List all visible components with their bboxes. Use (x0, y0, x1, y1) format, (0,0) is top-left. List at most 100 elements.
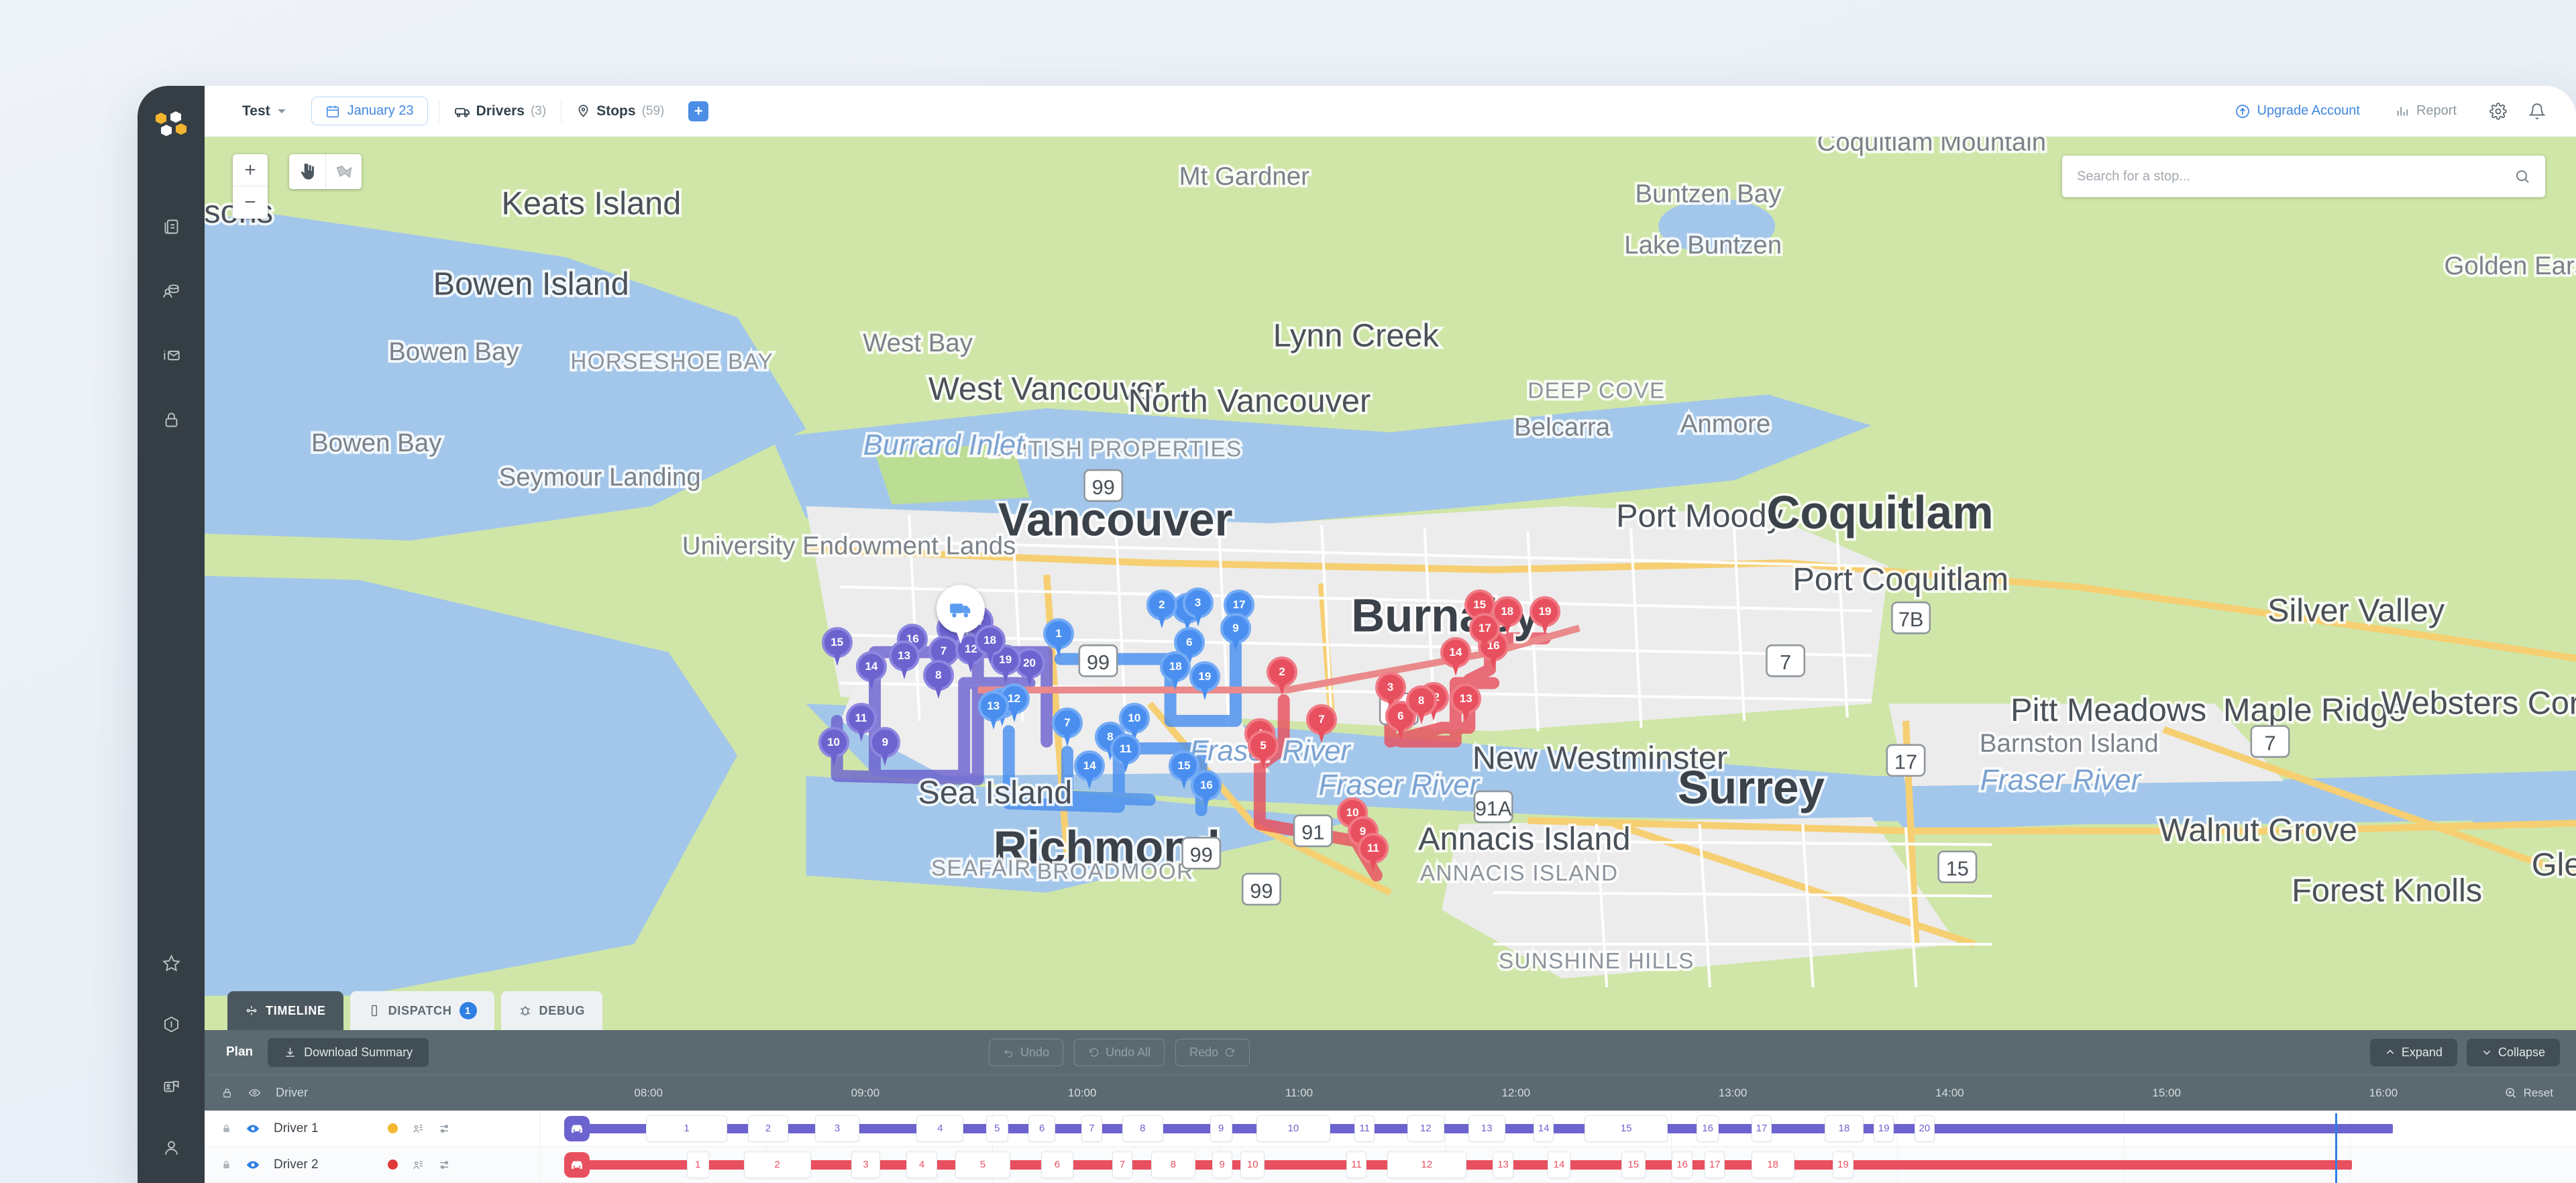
sidebar-item-plans[interactable] (150, 205, 192, 247)
map-stop-pin[interactable]: 13 (888, 640, 920, 681)
timeline-stop[interactable]: 13 (1468, 1115, 1505, 1142)
timeline-stop[interactable]: 13 (1493, 1151, 1513, 1178)
timeline-row-track[interactable]: 1 2 3 4 5 6 7 8 9 10 11 12 13 14 15 16 17 18 19 20 (540, 1111, 2576, 1146)
sidebar-item-favorites[interactable] (150, 942, 192, 983)
map-stop-pin[interactable]: 19 (1189, 661, 1220, 701)
sidebar-item-messages[interactable] (150, 334, 192, 376)
driver-profile-icon[interactable] (411, 1122, 425, 1135)
stops-filter[interactable]: Stops (59) (561, 103, 679, 119)
zoom-in-button[interactable]: + (233, 154, 268, 186)
timeline-stop[interactable]: 5 (955, 1151, 1011, 1178)
map-stop-pin[interactable]: 2 (1146, 589, 1177, 630)
timeline-stop[interactable]: 11 (1354, 1115, 1375, 1142)
map-stop-pin[interactable]: 14 (855, 651, 887, 691)
map-stop-pin[interactable]: 15 (821, 626, 853, 667)
map-stop-pin[interactable]: 7 (1306, 704, 1338, 744)
eye-icon[interactable] (246, 1121, 260, 1136)
map-stop-pin[interactable]: 8 (922, 659, 954, 700)
pan-tool-button[interactable] (289, 154, 325, 189)
timeline-stop[interactable]: 12 (1387, 1151, 1466, 1178)
date-selector[interactable]: January 23 (311, 97, 428, 125)
timeline-stop[interactable]: 17 (1751, 1115, 1772, 1142)
timeline-stop[interactable]: 2 (747, 1115, 789, 1142)
timeline-stop[interactable]: 12 (1407, 1115, 1444, 1142)
tab-debug[interactable]: DEBUG (500, 991, 603, 1030)
redo-button[interactable]: Redo (1175, 1038, 1250, 1066)
timeline-stop[interactable]: 6 (1040, 1151, 1074, 1178)
zoom-out-button[interactable]: − (233, 186, 268, 219)
timeline-stop[interactable]: 11 (1346, 1151, 1367, 1178)
driver-settings-icon[interactable] (438, 1158, 451, 1172)
timeline-stop[interactable]: 3 (851, 1151, 880, 1178)
map-stop-pin[interactable]: 16 (1191, 769, 1222, 810)
add-stop-button[interactable]: + (688, 101, 709, 121)
timeline-stop[interactable]: 1 (645, 1115, 728, 1142)
vehicle-badge[interactable] (564, 1151, 590, 1178)
timeline-stop[interactable]: 20 (1914, 1115, 1935, 1142)
report-button[interactable]: Report (2377, 103, 2474, 119)
timeline-stop[interactable]: 10 (1240, 1151, 1265, 1178)
map-stop-pin[interactable]: 2 (1267, 656, 1298, 697)
timeline-stop[interactable]: 15 (1584, 1115, 1668, 1142)
map-stop-pin[interactable]: 11 (1357, 833, 1389, 873)
undo-button[interactable]: Undo (989, 1038, 1064, 1066)
driver-settings-icon[interactable] (438, 1122, 451, 1135)
map-stop-pin[interactable]: 17 (1469, 613, 1501, 653)
map-stop-pin[interactable]: 13 (977, 690, 1009, 731)
settings-button[interactable] (2483, 97, 2513, 126)
eye-icon[interactable] (246, 1158, 260, 1172)
timeline-stop[interactable]: 19 (1873, 1115, 1894, 1142)
timeline-stop[interactable]: 18 (1825, 1115, 1864, 1142)
timeline-stop[interactable]: 10 (1256, 1115, 1330, 1142)
drivers-filter[interactable]: Drivers (3) (439, 103, 561, 119)
expand-button[interactable]: Expand (2369, 1038, 2457, 1066)
timeline-stop[interactable]: 2 (743, 1151, 811, 1178)
map-stop-pin[interactable]: 18 (1160, 651, 1191, 691)
map-stop-pin[interactable]: 9 (1220, 613, 1251, 653)
timeline-stop[interactable]: 8 (1122, 1115, 1163, 1142)
sidebar-item-profile[interactable] (150, 1127, 192, 1168)
timeline-stop[interactable]: 7 (1112, 1151, 1133, 1178)
timeline-stop[interactable]: 5 (985, 1115, 1009, 1142)
tab-timeline[interactable]: TIMELINE (227, 991, 343, 1030)
lock-icon[interactable] (221, 1122, 232, 1135)
map-stop-pin[interactable]: 14 (1440, 637, 1471, 677)
timeline-stop[interactable]: 18 (1751, 1151, 1794, 1178)
depot-marker[interactable] (936, 584, 985, 645)
map-stop-pin[interactable]: 9 (869, 726, 901, 767)
lock-icon[interactable] (221, 1158, 232, 1171)
map-stop-pin[interactable]: 7 (1051, 708, 1083, 748)
timeline-stop[interactable]: 19 (1833, 1151, 1854, 1178)
timeline-row[interactable]: Driver 2 1 2 3 4 5 6 7 8 9 10 11 12 13 14 15 16 17 18 19 (205, 1147, 2576, 1183)
notifications-button[interactable] (2522, 97, 2552, 126)
map-stop-pin[interactable]: 3 (1182, 587, 1214, 628)
undo-all-button[interactable]: Undo All (1074, 1038, 1165, 1066)
map-stop-pin[interactable]: 14 (1074, 750, 1106, 791)
timeline-reset-zoom[interactable]: Reset (2492, 1086, 2576, 1100)
timeline-stop[interactable]: 16 (1696, 1115, 1719, 1142)
project-selector[interactable]: Test (227, 103, 301, 119)
timeline-stop[interactable]: 4 (916, 1115, 964, 1142)
sidebar-item-security[interactable] (150, 398, 192, 440)
timeline-stop[interactable]: 4 (906, 1151, 937, 1178)
search-input[interactable] (2077, 168, 2514, 184)
timeline-row-track[interactable]: 1 2 3 4 5 6 7 8 9 10 11 12 13 14 15 16 17 18 19 (540, 1147, 2576, 1182)
stop-search-box[interactable] (2062, 156, 2545, 197)
download-summary-button[interactable]: Download Summary (268, 1037, 429, 1067)
timeline-stop[interactable]: 14 (1548, 1151, 1570, 1178)
map-stop-pin[interactable]: 19 (1529, 596, 1561, 636)
timeline-stop[interactable]: 17 (1705, 1151, 1725, 1178)
timeline-stop[interactable]: 8 (1150, 1151, 1196, 1178)
timeline-stop[interactable]: 16 (1672, 1151, 1693, 1178)
time-axis[interactable]: 08:00 09:00 10:00 11:00 12:00 13:00 14:00 15:00… (540, 1075, 2492, 1111)
app-logo[interactable] (154, 109, 189, 144)
sidebar-item-info[interactable] (150, 1003, 192, 1045)
map-canvas[interactable]: GibsonsKeats IslandMt GardnerBowen Islan… (205, 137, 2576, 1030)
timeline-stop[interactable]: 1 (686, 1151, 709, 1178)
timeline-stop[interactable]: 3 (814, 1115, 860, 1142)
timeline-stop[interactable]: 7 (1081, 1115, 1102, 1142)
vehicle-badge[interactable] (564, 1115, 590, 1141)
map-stop-pin[interactable]: 8 (1405, 685, 1437, 726)
timeline-stop[interactable]: 15 (1621, 1151, 1646, 1178)
sidebar-item-feedback[interactable] (150, 1065, 192, 1107)
